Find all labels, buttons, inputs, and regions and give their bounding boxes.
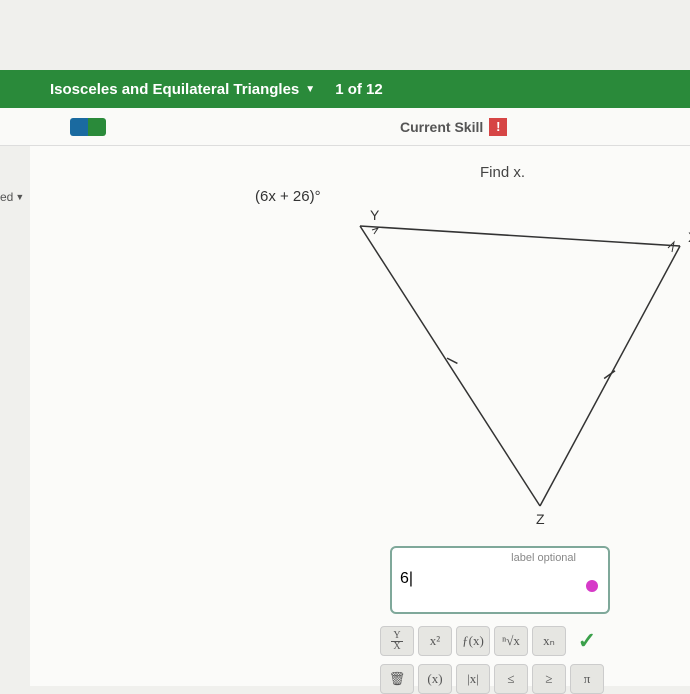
chevron-down-icon[interactable]: ▼ [305, 84, 315, 95]
sidebar-cropped-tab[interactable]: ed ▼ [0, 190, 24, 204]
problem-area: Find x. (6x + 26)° Y X Z 56° label optio… [30, 146, 690, 686]
nth-root-button[interactable]: ⁿ√x [494, 626, 528, 656]
vertex-y-label: Y [370, 207, 380, 223]
math-toolbar-row2: 🗑 (x) |x| ≤ ≥ π [380, 664, 604, 694]
angle-y-expression: (6x + 26)° [255, 188, 321, 205]
problem-prompt: Find x. [480, 164, 525, 181]
label-optional-hint: label optional [400, 552, 600, 564]
vertex-z-label: Z [536, 511, 545, 527]
parentheses-button[interactable]: (x) [418, 664, 452, 694]
lesson-header: Isosceles and Equilateral Triangles ▼ 1 … [0, 70, 690, 108]
absolute-value-button[interactable]: |x| [456, 664, 490, 694]
alert-icon[interactable]: ! [489, 118, 507, 136]
chevron-down-icon: ▼ [15, 192, 24, 202]
greater-equal-button[interactable]: ≥ [532, 664, 566, 694]
x-sub-n-button[interactable]: xₙ [532, 626, 566, 656]
lesson-title[interactable]: Isosceles and Equilateral Triangles [50, 81, 299, 98]
math-toolbar-row1: Y X x² ƒ(x) ⁿ√x xₙ ✓ [380, 626, 604, 656]
x-squared-button[interactable]: x² [418, 626, 452, 656]
problem-counter: 1 of 12 [335, 81, 383, 98]
trash-icon: 🗑 [389, 671, 406, 687]
less-equal-button[interactable]: ≤ [494, 664, 528, 694]
submit-check-button[interactable]: ✓ [570, 626, 604, 656]
color-dot-icon[interactable] [586, 580, 598, 592]
current-skill-label: Current Skill ! [400, 118, 507, 136]
triangle-figure: Y X Z 56° [300, 206, 690, 536]
mode-toggle[interactable] [70, 118, 106, 136]
answer-box[interactable]: label optional [390, 546, 610, 614]
fraction-button[interactable]: Y X [380, 626, 414, 656]
subheader-row: Current Skill ! [0, 108, 690, 146]
answer-input[interactable] [400, 570, 540, 588]
trash-button[interactable]: 🗑 [380, 664, 414, 694]
pi-button[interactable]: π [570, 664, 604, 694]
fx-button[interactable]: ƒ(x) [456, 626, 490, 656]
